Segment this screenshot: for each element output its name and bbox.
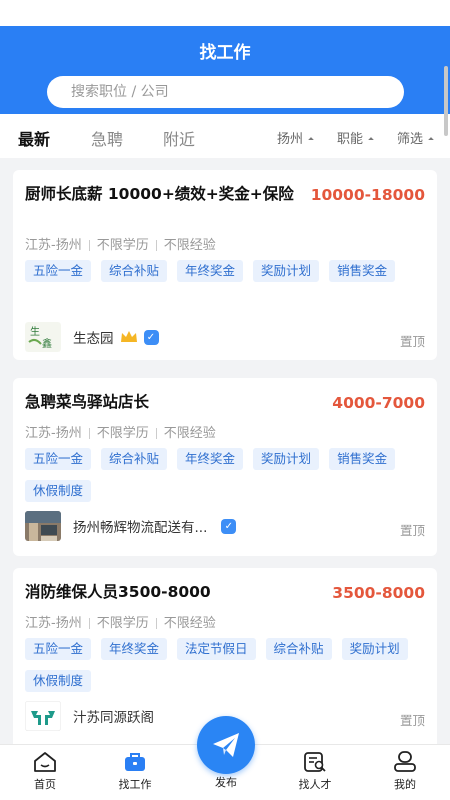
benefit-tag: 年终奖金 — [177, 260, 244, 282]
benefit-tag: 奖励计划 — [253, 448, 320, 470]
job-education: 不限学历 — [96, 238, 149, 253]
job-card[interactable]: 急聘菜鸟驿站店长 4000-7000 江苏-扬州 不限学历 不限经验 五险一金 综合… — [13, 378, 437, 556]
company-name: 扬州畅辉物流配送有... — [73, 520, 208, 536]
benefit-tag: 年终奖金 — [101, 638, 168, 660]
home-icon — [34, 752, 56, 772]
pinned-label: 置顶 — [399, 523, 425, 538]
company-logo-icon: 生 鑫 — [25, 322, 61, 352]
company-name: 汁苏同源跃阁 — [73, 710, 154, 726]
nav-talent-label: 找人才 — [298, 778, 332, 791]
company-name: 生态园 — [73, 331, 114, 347]
job-tags: 五险一金 综合补贴 年终奖金 奖励计划 销售奖金 — [25, 260, 425, 282]
page-title: 找工作 — [199, 43, 251, 63]
benefit-tag: 奖励计划 — [341, 638, 408, 660]
status-bar — [0, 0, 450, 26]
filter-more-label: 筛选 — [397, 132, 424, 147]
job-location: 江苏-扬州 — [25, 238, 82, 253]
app-header: 找工作 搜索职位 / 公司 — [0, 26, 450, 114]
user-icon — [394, 751, 416, 772]
benefit-tag: 综合补贴 — [265, 638, 332, 660]
caret-icon — [308, 136, 314, 143]
job-salary: 3500-8000 — [332, 584, 425, 602]
company-logo-icon — [25, 701, 61, 731]
tab-latest[interactable]: 最新 — [18, 126, 50, 150]
benefit-tag: 休假制度 — [25, 670, 92, 692]
company-logo-icon — [25, 511, 61, 541]
pinned-label: 置顶 — [399, 713, 425, 728]
benefit-tag: 年终奖金 — [177, 448, 244, 470]
benefit-tag: 五险一金 — [25, 448, 92, 470]
benefit-tag: 休假制度 — [25, 480, 92, 502]
job-tags: 五险一金 年终奖金 法定节假日 综合补贴 奖励计划 休假制度 — [25, 638, 425, 692]
job-list: 厨师长底薪 10000+绩效+奖金+保险 10000-18000 江苏-扬州 不限… — [0, 158, 450, 744]
talent-search-icon — [304, 752, 326, 772]
job-meta: 江苏-扬州 不限学历 不限经验 — [25, 612, 216, 631]
publish-button[interactable] — [197, 716, 255, 774]
filter-more-dropdown[interactable]: 筛选 — [397, 128, 434, 147]
benefit-tag: 法定节假日 — [177, 638, 256, 660]
job-tags: 五险一金 综合补贴 年终奖金 奖励计划 销售奖金 休假制度 — [25, 448, 425, 502]
crown-icon — [120, 331, 137, 342]
nav-home-label: 首页 — [34, 778, 56, 791]
job-location: 江苏-扬州 — [25, 426, 82, 441]
job-meta: 江苏-扬州 不限学历 不限经验 — [25, 234, 216, 253]
benefit-tag: 销售奖金 — [329, 448, 396, 470]
verified-icon: ✓ — [221, 518, 237, 534]
company-info[interactable]: 生 鑫 生态园 ✓ — [25, 322, 159, 352]
job-experience: 不限经验 — [163, 238, 216, 253]
job-education: 不限学历 — [96, 426, 149, 441]
benefit-tag: 销售奖金 — [329, 260, 396, 282]
benefit-tag: 综合补贴 — [101, 260, 168, 282]
nav-jobs-label: 找工作 — [118, 778, 152, 791]
tab-nearby[interactable]: 附近 — [163, 126, 195, 150]
job-salary: 4000-7000 — [332, 394, 425, 412]
job-title: 急聘菜鸟驿站店长 — [25, 393, 150, 411]
job-salary: 10000-18000 — [310, 186, 425, 204]
briefcase-icon — [125, 753, 145, 771]
job-title: 厨师长底薪 10000+绩效+奖金+保险 — [25, 185, 294, 203]
job-title: 消防维保人员3500-8000 — [25, 583, 211, 601]
nav-jobs[interactable]: 找工作 — [100, 751, 170, 792]
svg-text:鑫: 鑫 — [42, 337, 52, 350]
tab-urgent[interactable]: 急聘 — [91, 126, 123, 150]
filter-function-label: 职能 — [337, 132, 364, 147]
job-education: 不限学历 — [96, 616, 149, 631]
job-location: 江苏-扬州 — [25, 616, 82, 631]
search-input[interactable]: 搜索职位 / 公司 — [47, 76, 404, 108]
job-experience: 不限经验 — [163, 616, 216, 631]
filter-bar: 最新 急聘 附近 扬州 职能 筛选 — [0, 114, 450, 158]
job-card[interactable]: 厨师长底薪 10000+绩效+奖金+保险 10000-18000 江苏-扬州 不限… — [13, 170, 437, 360]
benefit-tag: 五险一金 — [25, 638, 92, 660]
filter-function-dropdown[interactable]: 职能 — [337, 128, 374, 147]
job-experience: 不限经验 — [163, 426, 216, 441]
nav-mine-label: 我的 — [394, 778, 416, 791]
company-info[interactable]: 汁苏同源跃阁 — [25, 701, 154, 731]
caret-icon — [428, 136, 434, 143]
benefit-tag: 奖励计划 — [253, 260, 320, 282]
paper-plane-icon — [213, 733, 239, 757]
nav-mine[interactable]: 我的 — [370, 751, 440, 792]
caret-icon — [368, 136, 374, 143]
svg-text:生: 生 — [30, 325, 40, 338]
nav-home[interactable]: 首页 — [10, 751, 80, 792]
pinned-label: 置顶 — [399, 334, 425, 349]
scrollbar[interactable] — [444, 66, 448, 136]
filter-city-label: 扬州 — [277, 132, 304, 147]
verified-icon: ✓ — [143, 329, 159, 345]
nav-publish-label: 发布 — [215, 776, 237, 789]
nav-talent[interactable]: 找人才 — [280, 751, 350, 792]
benefit-tag: 五险一金 — [25, 260, 92, 282]
company-info[interactable]: 扬州畅辉物流配送有... ✓ — [25, 511, 237, 541]
benefit-tag: 综合补贴 — [101, 448, 168, 470]
job-meta: 江苏-扬州 不限学历 不限经验 — [25, 422, 216, 441]
filter-city-dropdown[interactable]: 扬州 — [277, 128, 314, 147]
